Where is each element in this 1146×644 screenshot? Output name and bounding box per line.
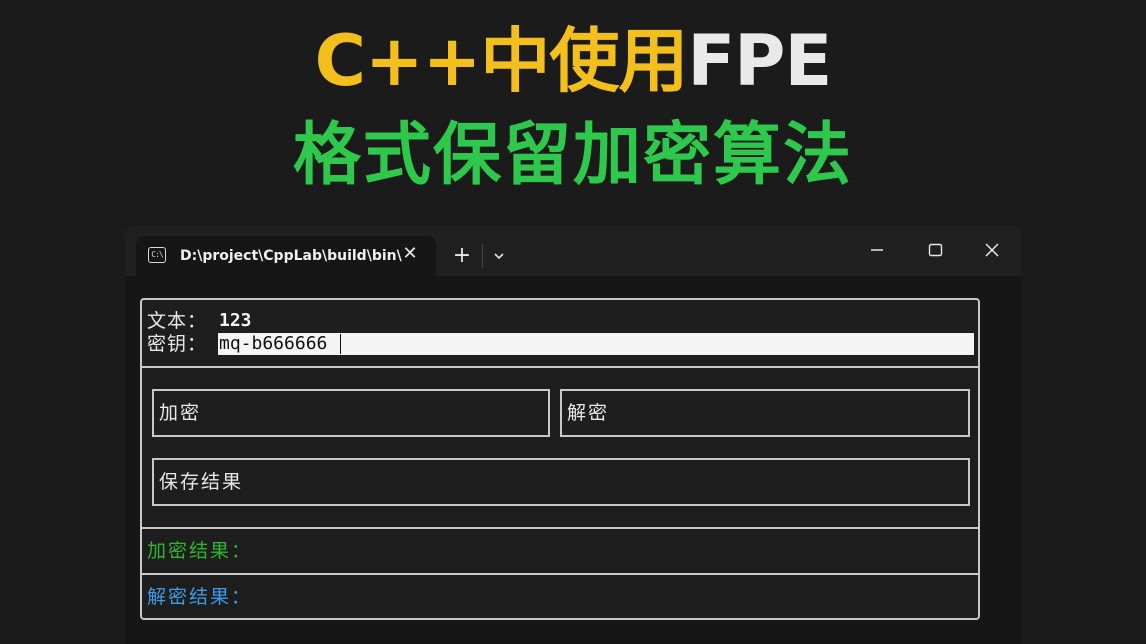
terminal-tab[interactable]: C:\ D:\project\CppLab\build\bin\ ✕ <box>136 236 436 276</box>
divider-2 <box>142 527 978 529</box>
maximize-icon[interactable] <box>920 237 950 263</box>
console-icon: C:\ <box>148 247 166 263</box>
console-area: 文本： 123 密钥： 加密 解密 保存结果 加密结果： 解密结果： <box>125 276 1021 644</box>
tab-divider <box>482 244 483 268</box>
minimize-icon[interactable] <box>862 237 892 263</box>
encrypt-button[interactable]: 加密 <box>152 389 550 437</box>
text-cursor <box>340 334 341 354</box>
title-bar[interactable]: C:\ D:\project\CppLab\build\bin\ ✕ + <box>125 226 1021 276</box>
text-label: 文本： <box>147 310 208 332</box>
chevron-down-icon[interactable] <box>489 246 509 266</box>
encrypt-result-label: 加密结果： <box>147 540 253 562</box>
tab-close-icon[interactable]: ✕ <box>400 244 420 264</box>
decrypt-button[interactable]: 解密 <box>560 389 970 437</box>
divider-1 <box>142 366 978 368</box>
headline-title: C++中使用FPE <box>0 20 1146 102</box>
new-tab-icon[interactable]: + <box>450 244 474 268</box>
text-value: 123 <box>219 310 252 331</box>
save-result-button[interactable]: 保存结果 <box>152 458 970 506</box>
headline-title-accent: C++中使用 <box>314 20 689 102</box>
fpe-form-panel: 文本： 123 密钥： 加密 解密 保存结果 加密结果： 解密结果： <box>140 298 980 620</box>
tab-title: D:\project\CppLab\build\bin\ <box>180 248 402 264</box>
headline-title-fpe: FPE <box>687 20 832 102</box>
decrypt-result-label: 解密结果： <box>147 586 253 608</box>
close-icon[interactable] <box>977 237 1007 263</box>
key-label: 密钥： <box>147 333 208 355</box>
headline-subtitle: 格式保留加密算法 <box>292 116 853 195</box>
divider-3 <box>142 573 978 575</box>
terminal-window: C:\ D:\project\CppLab\build\bin\ ✕ + 文本：… <box>125 226 1021 644</box>
key-input[interactable] <box>218 333 974 355</box>
